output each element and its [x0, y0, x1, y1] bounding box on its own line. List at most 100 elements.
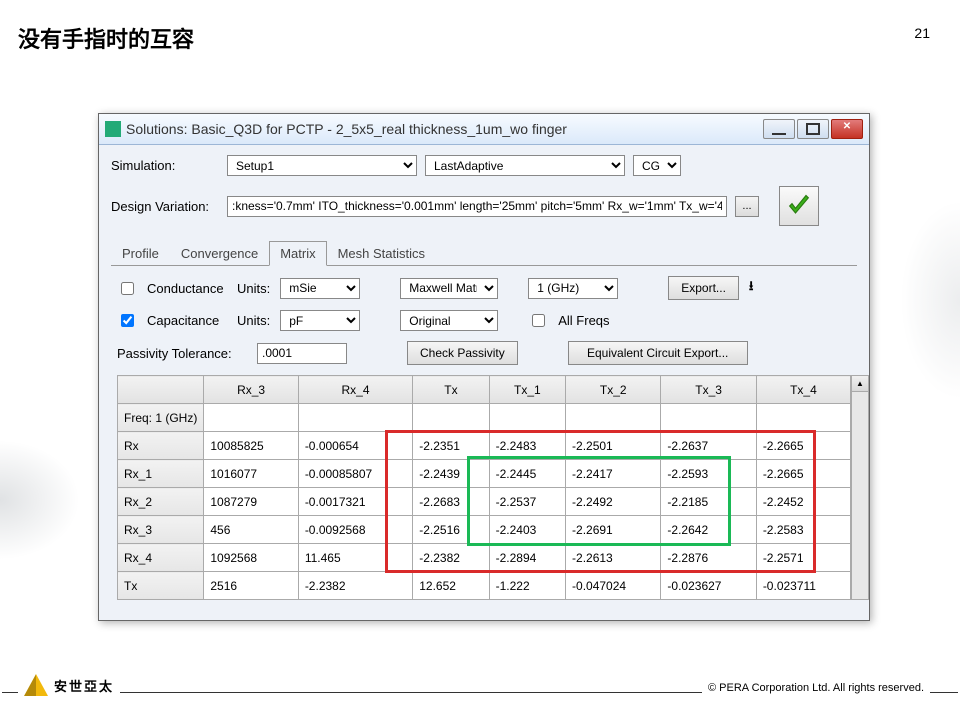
table-cell: Rx_2 — [118, 488, 204, 516]
download-icon[interactable]: ⭳ — [749, 277, 754, 299]
table-cell: -2.2501 — [566, 432, 661, 460]
minimize-button[interactable] — [763, 119, 795, 139]
table-header[interactable]: Rx_3 — [204, 376, 298, 404]
tab-convergence[interactable]: Convergence — [170, 241, 269, 266]
design-variation-input[interactable] — [227, 196, 727, 217]
table-cell: -2.2351 — [413, 432, 489, 460]
table-header[interactable]: Rx_4 — [298, 376, 412, 404]
table-cell: -2.2537 — [489, 488, 565, 516]
logo-triangle-icon — [24, 674, 48, 696]
table-cell: -0.0017321 — [298, 488, 412, 516]
units-label-1: Units: — [237, 281, 270, 296]
tab-profile[interactable]: Profile — [111, 241, 170, 266]
browse-button[interactable]: ... — [735, 196, 759, 217]
maximize-button[interactable] — [797, 119, 829, 139]
scroll-up-icon[interactable]: ▲ — [852, 376, 868, 392]
close-button[interactable] — [831, 119, 863, 139]
page-number: 21 — [914, 25, 930, 41]
check-passivity-button[interactable]: Check Passivity — [407, 341, 518, 365]
table-header[interactable]: Tx_1 — [489, 376, 565, 404]
table-cell: -2.2492 — [566, 488, 661, 516]
table-cell: -2.2665 — [756, 460, 850, 488]
units-label-2: Units: — [237, 313, 270, 328]
table-cell — [661, 404, 756, 432]
checkmark-icon — [785, 192, 813, 220]
table-cell — [756, 404, 850, 432]
design-variation-label: Design Variation: — [111, 199, 219, 214]
table-cell: 1092568 — [204, 544, 298, 572]
table-cell: -0.0092568 — [298, 516, 412, 544]
logo-text: 安世亞太 — [54, 676, 114, 695]
slide-title: 没有手指时的互容 — [18, 22, 194, 54]
table-cell: -0.023711 — [756, 572, 850, 600]
window-title: Solutions: Basic_Q3D for PCTP - 2_5x5_re… — [126, 121, 567, 137]
adaptive-select[interactable]: LastAdaptive — [425, 155, 625, 176]
table-row[interactable]: Rx10085825-0.000654-2.2351-2.2483-2.2501… — [118, 432, 851, 460]
table-cell: -2.2452 — [756, 488, 850, 516]
table-header[interactable]: Tx_2 — [566, 376, 661, 404]
table-cell — [204, 404, 298, 432]
tab-bar: Profile Convergence Matrix Mesh Statisti… — [111, 240, 857, 266]
table-cell: 11.465 — [298, 544, 412, 572]
conductance-units-select[interactable]: mSie — [280, 278, 360, 299]
table-cell: -2.2516 — [413, 516, 489, 544]
capacitance-checkbox[interactable] — [121, 314, 134, 327]
table-row[interactable]: Rx_21087279-0.0017321-2.2683-2.2537-2.24… — [118, 488, 851, 516]
table-row[interactable]: Rx_4109256811.465-2.2382-2.2894-2.2613-2… — [118, 544, 851, 572]
table-cell: -2.2382 — [413, 544, 489, 572]
table-row[interactable]: Rx_3456-0.0092568-2.2516-2.2403-2.2691 -2… — [118, 516, 851, 544]
table-scrollbar[interactable]: ▲ — [851, 375, 869, 600]
table-cell: 10085825 — [204, 432, 298, 460]
original-select[interactable]: Original — [400, 310, 498, 331]
app-icon — [105, 121, 121, 137]
apply-button[interactable] — [779, 186, 819, 226]
titlebar[interactable]: Solutions: Basic_Q3D for PCTP - 2_5x5_re… — [99, 114, 869, 145]
table-cell: -2.2593 — [661, 460, 756, 488]
table-cell: -2.2876 — [661, 544, 756, 572]
table-cell: 1016077 — [204, 460, 298, 488]
simulation-label: Simulation: — [111, 158, 219, 173]
all-freqs-checkbox[interactable] — [532, 314, 545, 327]
table-cell: -0.000654 — [298, 432, 412, 460]
table-cell: -2.2665 — [756, 432, 850, 460]
tab-mesh[interactable]: Mesh Statistics — [327, 241, 436, 266]
conductance-checkbox[interactable] — [121, 282, 134, 295]
table-cell: -2.2403 — [489, 516, 565, 544]
table-cell: -2.2185 — [661, 488, 756, 516]
frequency-select[interactable]: 1 (GHz) — [528, 278, 618, 299]
simulation-select[interactable]: Setup1 — [227, 155, 417, 176]
table-header[interactable] — [118, 376, 204, 404]
tab-matrix[interactable]: Matrix — [269, 241, 326, 266]
table-cell: -2.2613 — [566, 544, 661, 572]
cg-select[interactable]: CG — [633, 155, 681, 176]
table-cell: -2.2637 — [661, 432, 756, 460]
table-row[interactable]: Tx2516-2.238212.652-1.222-0.047024-0.023… — [118, 572, 851, 600]
table-cell: -2.2583 — [756, 516, 850, 544]
table-cell — [489, 404, 565, 432]
table-header[interactable]: Tx — [413, 376, 489, 404]
table-row[interactable]: Freq: 1 (GHz) — [118, 404, 851, 432]
passivity-input[interactable] — [257, 343, 347, 364]
table-cell: Rx_1 — [118, 460, 204, 488]
table-cell: -2.2439 — [413, 460, 489, 488]
conductance-label: Conductance — [147, 281, 227, 296]
table-row[interactable]: Rx_11016077-0.00085807-2.2439-2.2445-2.2… — [118, 460, 851, 488]
matrix-type-select[interactable]: Maxwell Matrix — [400, 278, 498, 299]
table-cell: 2516 — [204, 572, 298, 600]
table-cell: Rx_3 — [118, 516, 204, 544]
matrix-table-container: Rx_3Rx_4TxTx_1Tx_2Tx_3Tx_4Freq: 1 (GHz)R… — [117, 375, 851, 600]
table-header[interactable]: Tx_3 — [661, 376, 756, 404]
all-freqs-label: All Freqs — [558, 313, 609, 328]
table-cell: 12.652 — [413, 572, 489, 600]
table-header[interactable]: Tx_4 — [756, 376, 850, 404]
table-cell: -2.2417 — [566, 460, 661, 488]
matrix-table[interactable]: Rx_3Rx_4TxTx_1Tx_2Tx_3Tx_4Freq: 1 (GHz)R… — [117, 375, 851, 600]
export-button[interactable]: Export... — [668, 276, 739, 300]
capacitance-units-select[interactable]: pF — [280, 310, 360, 331]
equivalent-circuit-button[interactable]: Equivalent Circuit Export... — [568, 341, 748, 365]
table-cell: 456 — [204, 516, 298, 544]
table-cell: -2.2691 — [566, 516, 661, 544]
table-cell: -2.2445 — [489, 460, 565, 488]
table-cell: -2.2571 — [756, 544, 850, 572]
table-cell: -0.047024 — [566, 572, 661, 600]
